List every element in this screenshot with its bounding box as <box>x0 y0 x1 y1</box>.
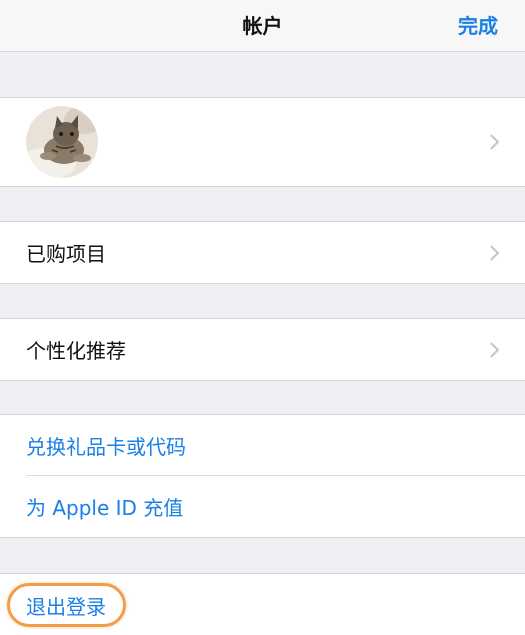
add-funds-row[interactable]: 为 Apple ID 充值 <box>0 476 525 537</box>
done-button[interactable]: 完成 <box>458 0 498 52</box>
add-funds-label: 为 Apple ID 充值 <box>26 496 184 520</box>
profile-cell[interactable] <box>0 98 525 186</box>
funds-group: 兑换礼品卡或代码 为 Apple ID 充值 <box>0 414 525 538</box>
redeem-gift-card-label: 兑换礼品卡或代码 <box>26 435 186 459</box>
purchased-items-label: 已购项目 <box>26 242 106 266</box>
chevron-right-icon <box>483 134 500 150</box>
purchased-items-row[interactable]: 已购项目 <box>0 222 525 283</box>
avatar <box>26 106 98 178</box>
profile-group <box>0 97 525 187</box>
sign-out-label: 退出登录 <box>26 594 106 619</box>
sign-out-button[interactable]: 退出登录 <box>0 574 525 635</box>
page-title: 帐户 <box>242 14 283 38</box>
chevron-right-icon <box>483 341 500 358</box>
personalized-recommendations-label: 个性化推荐 <box>26 339 126 363</box>
purchased-group: 已购项目 <box>0 221 525 284</box>
personalized-recommendations-row[interactable]: 个性化推荐 <box>0 319 525 380</box>
sign-out-group: 退出登录 <box>0 573 525 635</box>
personalized-group: 个性化推荐 <box>0 318 525 381</box>
navigation-bar: 帐户 完成 <box>0 0 525 52</box>
redeem-gift-card-row[interactable]: 兑换礼品卡或代码 <box>0 415 525 476</box>
chevron-right-icon <box>483 244 500 261</box>
cat-photo-icon <box>26 106 98 178</box>
